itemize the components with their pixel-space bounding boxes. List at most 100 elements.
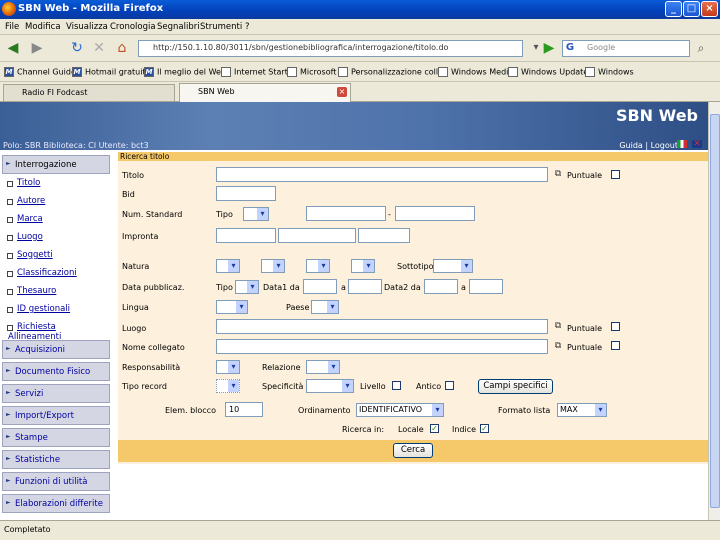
titolo-input[interactable] — [216, 167, 548, 182]
label-puntuale-luogo: Puntuale — [567, 324, 603, 333]
sidebar-item-label: Thesauro — [17, 286, 57, 296]
header-links[interactable]: Guida | Logout — [619, 141, 678, 150]
close-window-button[interactable]: × — [701, 1, 718, 17]
bookmark-label: Channel Guide — [17, 67, 76, 77]
stop-icon[interactable]: ✕ — [90, 39, 108, 57]
cerca-button[interactable]: Cerca — [393, 443, 433, 458]
tipo-record-select[interactable] — [216, 379, 240, 393]
bookmark-meglio-web[interactable]: M Il meglio del Web — [144, 67, 226, 77]
bookmark-personalizzazione[interactable]: Personalizzazione coll. — [338, 67, 441, 77]
sidebar-section-acquisizioni[interactable]: Acquisizioni — [2, 340, 110, 359]
antico-checkbox[interactable] — [445, 381, 454, 390]
sidebar-item-soggetti[interactable]: Soggetti — [7, 250, 53, 260]
lingua-select[interactable] — [216, 300, 248, 314]
puntuale-nome-checkbox[interactable] — [611, 341, 620, 350]
sidebar-item-autore[interactable]: Autore — [6, 196, 45, 206]
tab-sbn-web[interactable]: SBN Web × — [179, 83, 351, 102]
bookmark-windows[interactable]: Windows — [585, 67, 634, 77]
search-icon[interactable]: ⌕ — [692, 39, 710, 57]
menu-segnalibri[interactable]: Segnalibri — [157, 22, 200, 32]
reload-icon[interactable]: ↻ — [68, 39, 86, 57]
sbn-header: SBN Web Polo: SBR Biblioteca: CI Utente:… — [0, 102, 708, 150]
search-input[interactable]: Google — [562, 40, 690, 57]
impronta-input-3[interactable] — [358, 228, 410, 243]
address-bar[interactable]: http://150.1.10.80/3011/sbn/gestionebibl… — [138, 40, 523, 57]
data1-a-input[interactable] — [348, 279, 382, 294]
bookmark-windows-update[interactable]: Windows Update — [508, 67, 588, 77]
data2-da-input[interactable] — [424, 279, 458, 294]
back-icon[interactable]: ◀ — [4, 39, 22, 57]
bookmark-hotmail[interactable]: M Hotmail gratuita — [72, 67, 150, 77]
livello-checkbox[interactable] — [392, 381, 401, 390]
data1-da-input[interactable] — [303, 279, 337, 294]
lookup-icon[interactable]: ⧉ — [552, 168, 564, 180]
impronta-input-1[interactable] — [216, 228, 276, 243]
natura-select-3[interactable] — [306, 259, 330, 273]
bookmark-internet-start[interactable]: Internet Start — [221, 67, 288, 77]
bookmark-microsoft[interactable]: Microsoft — [287, 67, 336, 77]
home-icon[interactable]: ⌂ — [113, 39, 131, 57]
sidebar-item-classificazioni[interactable]: Classificazioni — [7, 268, 77, 278]
sidebar-item-titolo[interactable]: Titolo — [6, 178, 40, 188]
elem-blocco-input[interactable]: 10 — [225, 402, 263, 417]
menu-file[interactable]: File — [5, 22, 19, 32]
natura-select-2[interactable] — [261, 259, 285, 273]
italian-flag-icon[interactable] — [677, 140, 687, 148]
menu-modifica[interactable]: Modifica — [25, 22, 61, 32]
campi-specifici-button[interactable]: Campi specifici — [478, 379, 553, 394]
lookup-icon[interactable]: ⧉ — [552, 340, 564, 352]
sidebar-section-servizi[interactable]: Servizi — [2, 384, 110, 403]
sidebar-item-thesauro[interactable]: Thesauro — [6, 286, 57, 296]
impronta-input-2[interactable] — [278, 228, 356, 243]
sidebar-section-interrogazione[interactable]: Interrogazione — [2, 155, 110, 174]
close-tab-icon[interactable]: × — [337, 87, 347, 97]
bid-input[interactable] — [216, 186, 276, 201]
sidebar-section-statistiche[interactable]: Statistiche — [2, 450, 110, 469]
data2-a-input[interactable] — [469, 279, 503, 294]
sidebar-section-funzioni-utilita[interactable]: Funzioni di utilità — [2, 472, 110, 491]
bookmark-windows-media[interactable]: Windows Media — [438, 67, 513, 77]
numero-standard-input-2[interactable] — [395, 206, 475, 221]
sidebar-item-marca[interactable]: Marca — [7, 214, 43, 224]
indice-checkbox[interactable]: ✓ — [480, 424, 489, 433]
menu-cronologia[interactable]: Cronologia — [110, 22, 156, 32]
puntuale-titolo-checkbox[interactable] — [611, 170, 620, 179]
scrollbar-thumb[interactable] — [710, 114, 720, 508]
bookmark-channel-guide[interactable]: M Channel Guide — [4, 67, 76, 77]
menu-strumenti[interactable]: Strumenti — [200, 22, 242, 32]
label-tipo-data: Tipo — [216, 283, 233, 292]
sidebar-item-luogo[interactable]: Luogo — [7, 232, 43, 242]
vertical-scrollbar[interactable] — [708, 102, 720, 520]
sidebar-item-richiesta-allineamenti[interactable]: Richiesta Allineamenti — [7, 322, 110, 342]
sottotipo-select[interactable] — [433, 259, 473, 273]
menu-visualizza[interactable]: Visualizza — [66, 22, 108, 32]
sidebar-section-import-export[interactable]: Import/Export — [2, 406, 110, 425]
minimize-button[interactable]: _ — [665, 1, 682, 17]
natura-select-4[interactable] — [351, 259, 375, 273]
sidebar-item-id-gestionali[interactable]: ID gestionali — [6, 304, 70, 314]
sidebar-section-elaborazioni-differite[interactable]: Elaborazioni differite — [2, 494, 110, 513]
responsabilita-select[interactable] — [216, 360, 240, 374]
forward-icon[interactable]: ▶ — [28, 39, 46, 57]
english-flag-icon[interactable]: ✕ — [692, 140, 702, 149]
tipo-numero-select[interactable] — [243, 207, 269, 221]
formato-lista-select[interactable]: MAX — [557, 403, 607, 417]
puntuale-luogo-checkbox[interactable] — [611, 322, 620, 331]
numero-standard-input[interactable] — [306, 206, 386, 221]
sidebar-section-stampe[interactable]: Stampe — [2, 428, 110, 447]
lookup-icon[interactable]: ⧉ — [552, 320, 564, 332]
specificita-select[interactable] — [306, 379, 354, 393]
luogo-input[interactable] — [216, 319, 548, 334]
natura-select-1[interactable] — [216, 259, 240, 273]
tipo-data-select[interactable] — [235, 280, 259, 294]
maximize-button[interactable]: □ — [683, 1, 700, 17]
locale-checkbox[interactable]: ✓ — [430, 424, 439, 433]
relazione-select[interactable] — [306, 360, 340, 374]
paese-select[interactable] — [311, 300, 339, 314]
sidebar-section-documento-fisico[interactable]: Documento Fisico — [2, 362, 110, 381]
menu-help[interactable]: ? — [245, 22, 250, 32]
go-icon[interactable]: ▶ — [540, 39, 558, 57]
ordinamento-select[interactable]: IDENTIFICATIVO — [356, 403, 444, 417]
nome-collegato-input[interactable] — [216, 339, 548, 354]
tab-radio[interactable]: Radio FI Fodcast — [3, 84, 175, 101]
